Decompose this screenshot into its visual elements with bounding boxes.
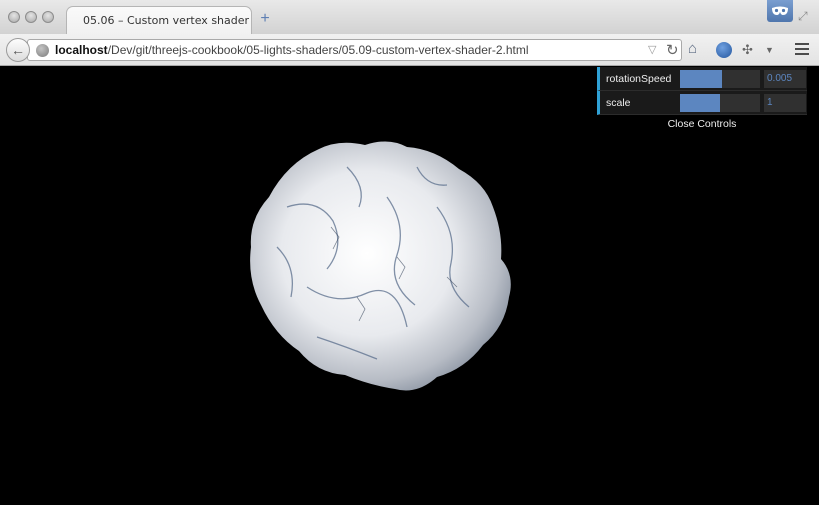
- control-label: scale: [606, 97, 631, 109]
- close-window-button[interactable]: [8, 11, 20, 23]
- control-row-scale: scale: [597, 91, 807, 115]
- url-history-dropdown-icon[interactable]: ▽: [648, 43, 656, 56]
- fullscreen-icon[interactable]: ⤢: [798, 9, 808, 24]
- new-tab-button[interactable]: +: [258, 10, 272, 28]
- url-path: /Dev/git/threejs-cookbook/05-lights-shad…: [107, 43, 529, 57]
- control-label: rotationSpeed: [606, 73, 672, 85]
- slider-fill: [680, 94, 720, 112]
- chevron-down-icon[interactable]: ▼: [765, 45, 774, 55]
- slider-fill: [680, 70, 722, 88]
- back-icon[interactable]: ←: [6, 38, 30, 62]
- url-text: localhost/Dev/git/threejs-cookbook/05-li…: [55, 43, 529, 57]
- url-host: localhost: [55, 43, 108, 57]
- minimize-window-button[interactable]: [25, 11, 37, 23]
- scale-slider[interactable]: [680, 94, 760, 112]
- address-bar[interactable]: localhost/Dev/git/threejs-cookbook/05-li…: [27, 39, 682, 61]
- rotation-speed-slider[interactable]: [680, 70, 760, 88]
- rotation-speed-input[interactable]: [764, 70, 806, 88]
- reload-icon[interactable]: ↻: [666, 41, 679, 59]
- menu-icon[interactable]: [795, 43, 809, 55]
- scale-input[interactable]: [764, 94, 806, 112]
- close-controls-button[interactable]: Close Controls: [597, 115, 807, 135]
- mask-icon[interactable]: [767, 0, 793, 22]
- browser-tab[interactable]: 05.06 – Custom vertex shader: [66, 6, 252, 34]
- maximize-window-button[interactable]: [42, 11, 54, 23]
- rendered-rock-mesh: [250, 141, 511, 391]
- window-titlebar: 05.06 – Custom vertex shader + ⤢: [0, 0, 819, 34]
- tab-title: 05.06 – Custom vertex shader: [83, 14, 250, 27]
- puzzle-icon[interactable]: ✣: [742, 42, 753, 58]
- controls-panel: rotationSpeed scale Close Controls: [597, 67, 807, 135]
- control-row-rotation-speed: rotationSpeed: [597, 67, 807, 91]
- addon-icon[interactable]: [716, 42, 732, 58]
- globe-icon: [36, 44, 49, 57]
- home-icon[interactable]: ⌂: [688, 40, 697, 57]
